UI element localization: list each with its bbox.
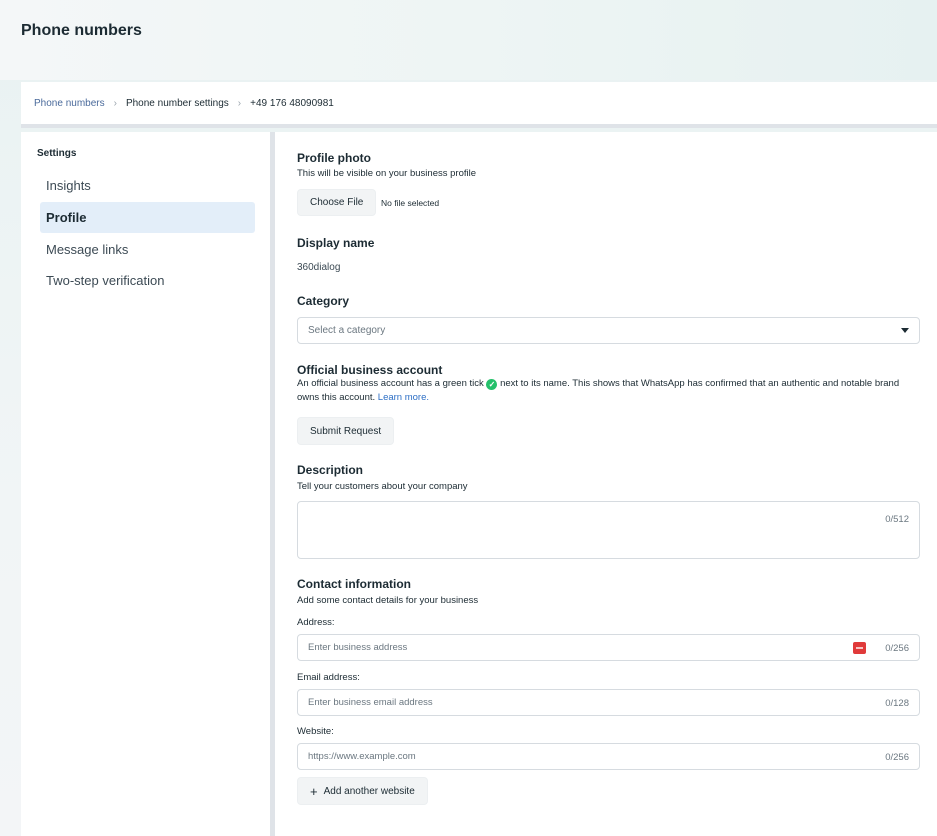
category-select[interactable]: Select a category (297, 317, 920, 344)
green-tick-icon: ✓ (486, 379, 498, 390)
learn-more-link[interactable]: Learn more. (378, 392, 429, 403)
website-input[interactable]: https://www.example.com 0/256 (297, 743, 920, 770)
page-header: Phone numbers (0, 0, 937, 80)
sidebar-item-label: Message links (46, 242, 129, 257)
email-input[interactable]: Enter business email address 0/128 (297, 689, 920, 716)
email-placeholder: Enter business email address (308, 697, 433, 708)
caret-down-icon (901, 328, 909, 333)
address-label: Address: (297, 617, 335, 628)
official-account-description: An official business account has a green… (297, 377, 912, 405)
website-counter: 0/256 (885, 752, 909, 763)
sidebar-item-message-links[interactable]: Message links (40, 234, 255, 265)
breadcrumb-phone-number-settings[interactable]: Phone number settings (126, 98, 229, 109)
breadcrumb-phone-numbers[interactable]: Phone numbers (34, 98, 105, 109)
breadcrumb: Phone numbers › Phone number settings › … (21, 82, 937, 128)
breadcrumb-current-number: +49 176 48090981 (250, 97, 334, 109)
official-account-text-before: An official business account has a green… (297, 378, 484, 389)
address-input[interactable]: Enter business address 0/256 (297, 634, 920, 661)
display-name-title: Display name (297, 236, 375, 250)
contact-info-title: Contact information (297, 577, 411, 591)
category-select-value: Select a category (308, 325, 386, 336)
profile-photo-subtitle: This will be visible on your business pr… (297, 168, 476, 179)
sidebar-item-label: Insights (46, 178, 91, 193)
add-website-label: Add another website (323, 785, 415, 797)
page-title: Phone numbers (21, 22, 142, 39)
profile-form: Profile photo This will be visible on yo… (297, 132, 937, 836)
website-placeholder: https://www.example.com (308, 751, 416, 762)
category-title: Category (297, 294, 350, 308)
official-account-title: Official business account (297, 363, 443, 377)
address-placeholder: Enter business address (308, 642, 408, 653)
file-status: No file selected (381, 198, 440, 208)
description-textarea[interactable]: 0/512 (297, 501, 920, 559)
sidebar-item-insights[interactable]: Insights (40, 170, 255, 201)
settings-panel: Settings Insights Profile Message links … (21, 132, 937, 836)
panel-divider (270, 132, 275, 836)
profile-photo-title: Profile photo (297, 151, 371, 165)
autofill-extension-icon[interactable] (853, 642, 866, 654)
description-subtitle: Tell your customers about your company (297, 481, 468, 492)
address-counter: 0/256 (885, 643, 909, 654)
sidebar-title: Settings (37, 148, 77, 159)
chevron-right-icon: › (237, 97, 242, 109)
description-title: Description (297, 463, 364, 477)
plus-icon: + (310, 783, 318, 799)
description-counter: 0/512 (885, 514, 909, 525)
email-label: Email address: (297, 672, 360, 683)
chevron-right-icon: › (113, 97, 117, 109)
add-website-button[interactable]: + Add another website (297, 777, 428, 805)
choose-file-button[interactable]: Choose File (297, 189, 377, 216)
website-label: Website: (297, 726, 334, 737)
email-counter: 0/128 (885, 698, 909, 709)
settings-sidebar: Settings Insights Profile Message links … (21, 132, 270, 836)
sidebar-item-two-step-verification[interactable]: Two-step verification (40, 265, 255, 296)
sidebar-item-profile[interactable]: Profile (40, 202, 255, 233)
sidebar-item-label: Two-step verification (46, 273, 165, 288)
sidebar-item-label: Profile (46, 210, 87, 225)
contact-info-subtitle: Add some contact details for your busine… (297, 595, 479, 606)
submit-request-button[interactable]: Submit Request (297, 417, 395, 445)
display-name-value: 360dialog (297, 262, 341, 273)
